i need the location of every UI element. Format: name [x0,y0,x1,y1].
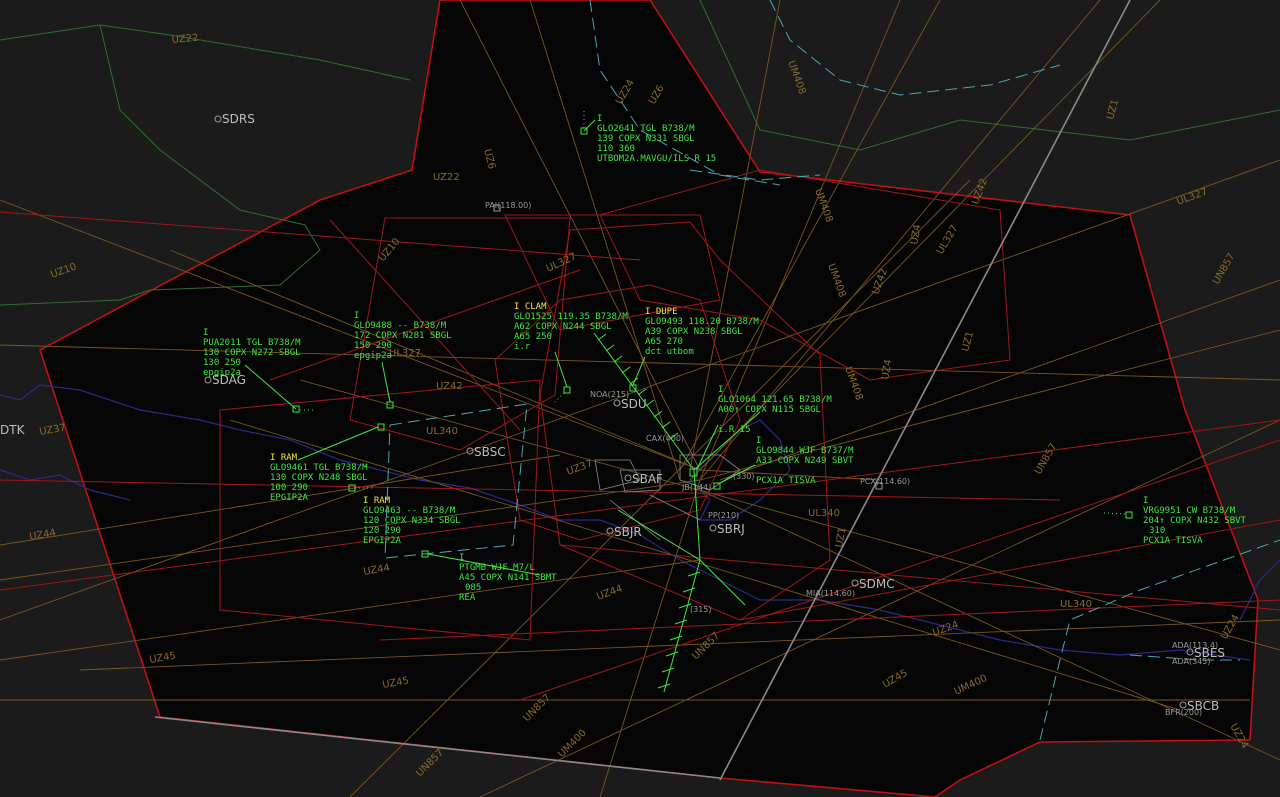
navaid-label: CAX(400) [646,434,684,443]
airport-label: SBAF [632,472,663,486]
navaid-label: (330) [733,472,755,481]
tag-line: A33 COPX N249 SBVT [756,456,854,466]
tag-line: I [203,328,208,338]
tag-line: GLO9493 118.20 B738/M [645,317,759,327]
tag-line: 120 COPX N334 SBGL [363,516,461,526]
tag-line: I CLAM [514,302,547,312]
dtk-label: DTK [0,423,26,437]
tag-line: A45 COPX N141 SBMT [459,573,557,583]
airway-label: UL340 [426,426,458,437]
airport-label: SDMC [859,577,895,591]
airway-label: UL340 [808,508,840,519]
tag-line: dct utbom [645,347,694,357]
tag-line: 130 COPX N272 SBGL [203,348,301,358]
navaid-label: NOA(215) [590,390,629,399]
airport-label: SBRJ [717,522,745,536]
airway-label: UZ22 [171,33,199,46]
tag-line: 085 [465,583,481,593]
airport-marker[interactable]: SDMC [851,577,895,591]
airway-label: UZ22 [433,172,460,183]
tag-line: 120 290 [363,526,401,536]
airport-label: SDRS [222,112,255,126]
navaid-label: BFR(200) [1165,708,1202,717]
tag-line: 139 COPX N331 SBGL [597,134,695,144]
tag-line: 172 COPX N281 SBGL [354,331,452,341]
tag-line: GLO1064 121.65 B738/M [718,395,832,405]
navaid-label: (315) [690,605,712,614]
tag-line: PUA2011 TGL B738/M [203,338,301,348]
tag-line: A00↑ COPX N115 SBGL [718,405,821,415]
tag-line: GLO2641 TGL B738/M [597,124,695,134]
navaid-label: JB(144) [681,483,711,492]
tag-line: GLO9461 TGL B738/M [270,463,368,473]
navaid-label: MIA(114.60) [806,589,855,598]
tag-line: epgip2a [354,351,392,361]
navaid-label: PAI(118.00) [485,201,531,210]
tag-line: A65 250 [514,332,552,342]
navaid-label: PP(210) [708,511,739,520]
airway-label: UL340 [1060,599,1092,610]
tag-line: PTGMB WJF M7/L [459,563,535,573]
airport-label: SBSC [474,445,506,459]
navaid-label: ADA(345) [1172,657,1210,666]
tag-line: 130 250 [203,358,241,368]
tag-line: 310 [1149,526,1165,536]
tag-line: i.r [514,342,531,352]
tag-line: PCX1A TISVA [756,476,816,486]
radar-scope[interactable]: UZ22 UZ6 UZ22 UZ10 UZ10 UL327 UZ42 UZ37 … [0,0,1280,797]
tag-line: A65 270 [645,337,683,347]
tag-line: GLO1525 119.35 B738/M [514,312,628,322]
tag-line: 100 290 [270,483,308,493]
tag-line: 150 290 [354,341,392,351]
tag-line: I RAM [270,453,298,463]
tag-line: UTBOM2A.MAVGU/ILS R 15 [597,154,716,164]
tag-line: GLO9844 WJF B737/M [756,446,854,456]
tag-line: GLO9463 -- B738/M [363,506,456,516]
tag-line: I [718,385,723,395]
tag-line: REA [459,593,476,603]
tag-line: i.R 15 [718,425,751,435]
navaid-label: PCX(114.60) [860,477,910,486]
tag-line: 130 COPX N248 SBGL [270,473,368,483]
tag-line: I DUPE [645,307,678,317]
tag-line: I RAM [363,496,391,506]
tag-line: VRG9951 CW B738/M [1143,506,1236,516]
tag-line: I [354,311,359,321]
tag-line: A62 COPX N244 SBGL [514,322,612,332]
tag-line: 204↑ COPX N432 SBVT [1143,516,1247,526]
airport-label: SBJR [614,525,642,539]
tag-line: A39 COPX N238 SBGL [645,327,743,337]
navaid-label: ADA(113.4) [1172,641,1218,650]
tag-line: epgip2a [203,368,241,378]
tag-line: EPGIP2A [270,493,309,503]
tag-line: GLO9488 -- B738/M [354,321,447,331]
tag-line: I [459,553,464,563]
airway-label: UZ42 [436,381,463,392]
tag-line: EPGIP2A [363,536,402,546]
tag-line: I [1143,496,1148,506]
tag-line: I [756,436,761,446]
tag-line: 110 360 [597,144,635,154]
tag-line: PCX1A TISVA [1143,536,1203,546]
tag-line: I [597,114,602,124]
